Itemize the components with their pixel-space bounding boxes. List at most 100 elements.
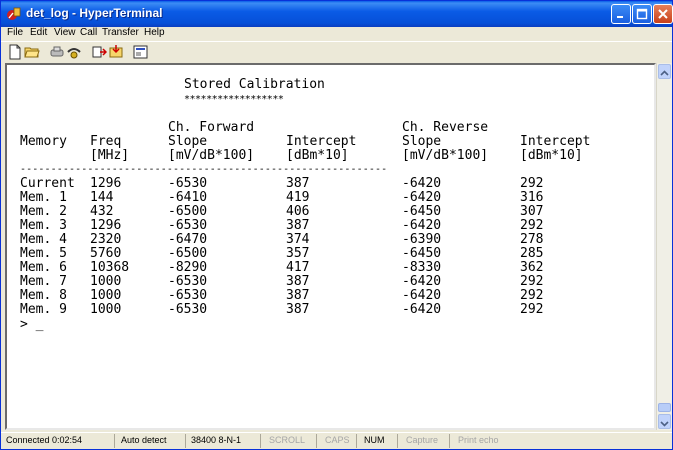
status-connected: Connected 0:02:54 [6,435,83,445]
open-icon[interactable] [24,44,40,60]
menu-bar: File Edit View Call Transfer Help [1,27,672,40]
cell-memory: Current [20,176,75,191]
cell-forward-intercept: 406 [286,204,310,219]
cell-memory: Mem. 3 [20,218,67,233]
cell-forward-intercept: 357 [286,246,310,261]
cell-freq: 2320 [90,232,122,247]
cell-memory: Mem. 7 [20,274,67,289]
header-reverse-slope: Slope [402,134,442,149]
status-print-echo: Print echo [458,435,499,445]
cell-forward-intercept: 387 [286,288,310,303]
menu-edit[interactable]: Edit [30,27,47,38]
cell-reverse-intercept: 307 [520,204,544,219]
cell-forward-intercept: 374 [286,232,310,247]
cell-reverse-intercept: 278 [520,232,544,247]
cell-memory: Mem. 5 [20,246,67,261]
chevron-up-icon [660,70,669,76]
cell-memory: Mem. 4 [20,232,67,247]
cell-reverse-slope: -8330 [402,260,442,275]
cell-forward-intercept: 419 [286,190,310,205]
cell-freq: 1296 [90,176,122,191]
cell-memory: Mem. 8 [20,288,67,303]
cell-reverse-intercept: 292 [520,288,544,303]
status-num: NUM [364,435,385,445]
minimize-button[interactable] [611,4,631,24]
cell-freq: 1296 [90,218,122,233]
cell-forward-intercept: 387 [286,176,310,191]
cell-reverse-intercept: 316 [520,190,544,205]
scroll-down-button[interactable] [658,414,671,429]
terminal-screen[interactable]: Stored Calibration ****************** Me… [5,63,656,430]
status-detect: Auto detect [121,435,167,445]
cell-forward-intercept: 387 [286,302,310,317]
cell-forward-slope: -6470 [168,232,208,247]
cell-forward-slope: -6530 [168,218,208,233]
status-port-settings: 38400 8-N-1 [191,435,242,445]
cell-forward-slope: -6410 [168,190,208,205]
chevron-down-icon [660,421,669,427]
hangup-icon[interactable] [66,44,82,60]
header-reverse-intercept: Intercept [520,134,591,149]
receive-icon[interactable] [108,44,124,60]
send-icon[interactable] [91,44,107,60]
cell-forward-slope: -6530 [168,302,208,317]
menu-transfer[interactable]: Transfer [102,27,139,38]
cell-reverse-slope: -6420 [402,190,442,205]
menu-call[interactable]: Call [80,27,97,38]
header-reverse: Ch. Reverse [402,120,489,135]
cell-reverse-slope: -6420 [402,302,442,317]
cell-reverse-slope: -6390 [402,232,442,247]
scroll-thumb[interactable] [658,403,671,412]
cell-memory: Mem. 6 [20,260,67,275]
cell-reverse-slope: -6450 [402,204,442,219]
cell-forward-slope: -6500 [168,246,208,261]
cell-reverse-intercept: 292 [520,274,544,289]
cell-forward-slope: -6500 [168,204,208,219]
calibration-heading: Stored Calibration [184,77,325,92]
cell-reverse-intercept: 285 [520,246,544,261]
cell-forward-intercept: 417 [286,260,310,275]
cell-forward-slope: -8290 [168,260,208,275]
new-connection-icon[interactable] [7,44,23,60]
cell-reverse-slope: -6420 [402,274,442,289]
cell-reverse-slope: -6420 [402,176,442,191]
maximize-icon [636,8,648,20]
cell-forward-slope: -6530 [168,176,208,191]
scroll-up-button[interactable] [658,64,671,79]
close-icon [658,9,668,19]
hyperterminal-app-icon[interactable] [6,6,22,22]
cell-memory: Mem. 2 [20,204,67,219]
header-forward: Ch. Forward [168,120,255,135]
menu-help[interactable]: Help [144,27,165,38]
cell-reverse-slope: -6420 [402,288,442,303]
header-reverse-intercept-unit: [dBm*10] [520,148,583,163]
hyperterminal-window: det_log - HyperTerminal File Edit View C… [0,0,673,450]
menu-file[interactable]: File [7,27,23,38]
cell-forward-slope: -6530 [168,274,208,289]
heading-underline: ****************** [184,94,284,105]
title-bar[interactable]: det_log - HyperTerminal [1,1,673,27]
window-title: det_log - HyperTerminal [26,6,163,20]
header-separator: ----------------------------------------… [20,164,388,175]
vertical-scrollbar[interactable] [656,63,672,430]
maximize-button[interactable] [632,4,652,24]
header-memory: Memory [20,134,67,149]
cell-forward-slope: -6530 [168,288,208,303]
cell-forward-intercept: 387 [286,218,310,233]
status-capture: Capture [406,435,439,445]
status-scroll: SCROLL [269,435,306,445]
disconnect-icon[interactable] [49,44,65,60]
header-freq: Freq [90,134,122,149]
menu-view[interactable]: View [54,27,76,38]
cell-freq: 1000 [90,302,122,317]
header-reverse-slope-unit: [mV/dB*100] [402,148,489,163]
cell-freq: 5760 [90,246,122,261]
cell-reverse-slope: -6420 [402,218,442,233]
properties-icon[interactable] [133,44,149,60]
command-prompt[interactable]: > _ [20,318,43,332]
close-button[interactable] [653,4,673,24]
header-forward-slope-unit: [mV/dB*100] [168,148,255,163]
header-forward-intercept: Intercept [286,134,357,149]
cell-freq: 1000 [90,274,122,289]
cell-reverse-slope: -6450 [402,246,442,261]
